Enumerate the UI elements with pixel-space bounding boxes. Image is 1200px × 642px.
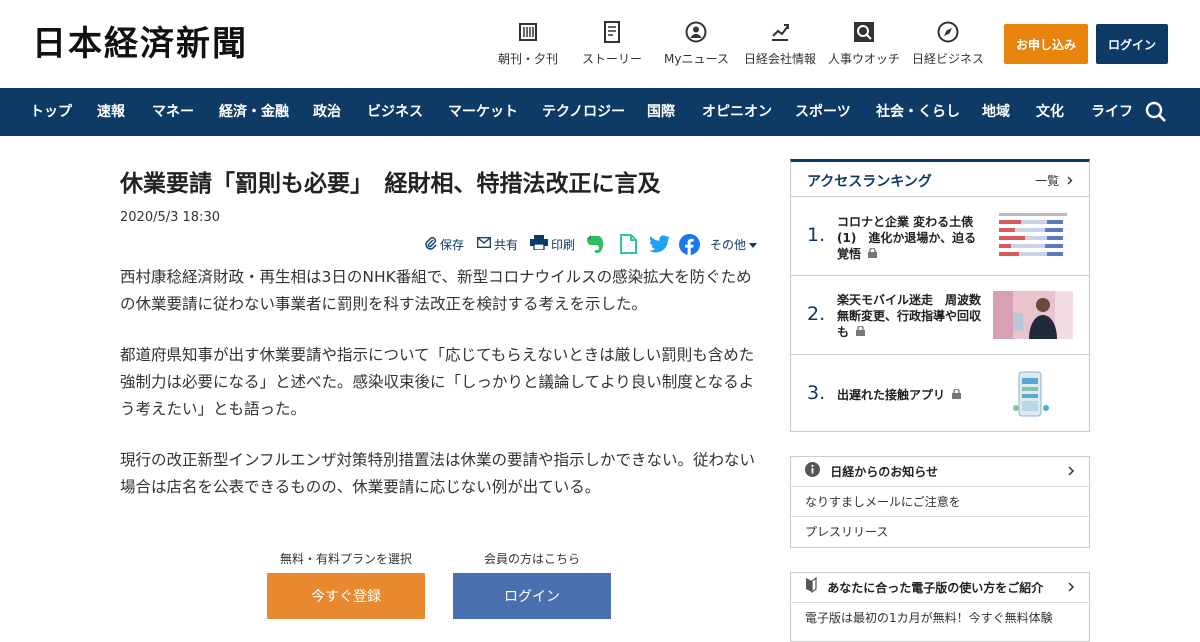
nav-item-society[interactable]: 社会・くらし: [876, 88, 960, 136]
header-login-button[interactable]: ログイン: [1096, 24, 1168, 64]
register-caption: 無料・有料プランを選択: [279, 552, 412, 566]
ranking-header: アクセスランキング 一覧: [791, 162, 1089, 197]
access-ranking: アクセスランキング 一覧 1. コロナと企業 変わる土俵(1) 進化か退場か、迫…: [790, 159, 1090, 432]
ranking-thumbnail-chart: [995, 210, 1071, 264]
search-person-icon: [852, 20, 876, 44]
evernote-icon[interactable]: [586, 232, 604, 256]
nav-item-money[interactable]: マネー: [152, 88, 194, 136]
ranking-item-3[interactable]: 3. 出遅れた接触アプリ: [791, 356, 1089, 434]
lock-icon: [868, 246, 878, 262]
ranking-headline: コロナと企業 変わる土俵(1) 進化か退場か、迫る覚悟: [837, 215, 977, 262]
nav-personnel-watch[interactable]: 人事ウオッチ: [828, 20, 900, 70]
nav-morning-evening[interactable]: 朝刊・夕刊: [498, 20, 558, 70]
twitter-icon[interactable]: [649, 232, 671, 256]
ranking-headline: 出遅れた接触アプリ: [837, 387, 987, 403]
printer-icon: [530, 235, 548, 253]
article-paragraph-2: 都道府県知事が出す休業要請や指示について「応じてもらえないときは厳しい罰則も含め…: [120, 346, 755, 418]
nav-item-breaking[interactable]: 速報: [97, 88, 125, 136]
chevron-right-icon: [1067, 174, 1073, 188]
nav-nikkei-business[interactable]: 日経ビジネス: [912, 20, 984, 70]
caret-down-icon: [749, 237, 758, 251]
nav-item-market[interactable]: マーケット: [448, 88, 518, 136]
mail-icon: [477, 237, 491, 251]
site-header: 日本経済新聞 朝刊・夕刊 ストーリー Myニュース 日経会社情報 人事ウオッチ: [0, 0, 1200, 88]
guide-header[interactable]: あなたに合った電子版の使い方をご紹介: [791, 573, 1089, 603]
article-paragraph-1: 西村康稔経済財政・再生相は3日のNHK番組で、新型コロナウイルスの感染拡大を防ぐ…: [120, 268, 752, 313]
digital-guide: あなたに合った電子版の使い方をご紹介 電子版は最初の1カ月が無料！今すぐ無料体験: [790, 572, 1090, 642]
main-navbar: トップ 速報 マネー 経済・金融 政治 ビジネス マーケット テクノロジー 国際…: [0, 88, 1200, 136]
lock-icon: [952, 387, 962, 403]
nav-item-culture[interactable]: 文化: [1036, 88, 1064, 136]
note-icon[interactable]: [619, 232, 637, 256]
nav-item-life[interactable]: ライフ: [1091, 88, 1133, 136]
nav-item-politics[interactable]: 政治: [313, 88, 341, 136]
article-paragraph-3: 現行の改正新型インフルエンザ対策特別措置法は休業の要請や指示しかできない。従わな…: [120, 451, 756, 496]
login-caption: 会員の方はこちら: [483, 552, 580, 566]
nav-my-news[interactable]: Myニュース: [664, 20, 729, 70]
guide-text[interactable]: 電子版は最初の1カ月が無料！今すぐ無料体験: [791, 603, 1089, 633]
chart-icon: [768, 20, 792, 44]
nav-story[interactable]: ストーリー: [582, 20, 642, 70]
notice-item[interactable]: なりすましメールにご注意を: [791, 487, 1089, 517]
notice-item[interactable]: プレスリリース: [791, 517, 1089, 547]
story-icon: [600, 20, 624, 44]
nav-item-sports[interactable]: スポーツ: [795, 88, 851, 136]
nav-item-international[interactable]: 国際: [647, 88, 675, 136]
ranking-number: 3.: [807, 382, 826, 404]
ranking-number: 1.: [807, 224, 826, 246]
nikkei-notices: 日経からのお知らせ なりすましメールにご注意を プレスリリース: [790, 456, 1090, 548]
nav-item-opinion[interactable]: オピニオン: [702, 88, 772, 136]
ranking-all-link[interactable]: 一覧: [1035, 172, 1073, 189]
ranking-number: 2.: [807, 303, 826, 325]
info-icon: [805, 458, 820, 488]
nav-item-top[interactable]: トップ: [30, 88, 72, 136]
chevron-right-icon: [1068, 457, 1075, 487]
article-title: 休業要請「罰則も必要」 経財相、特措法改正に言及: [120, 171, 661, 197]
article-date: 2020/5/3 18:30: [120, 210, 220, 225]
apply-button[interactable]: お申し込み: [1004, 24, 1088, 64]
ranking-title: アクセスランキング: [807, 174, 932, 190]
compass-icon: [936, 20, 960, 44]
ranking-item-1[interactable]: 1. コロナと企業 変わる土俵(1) 進化か退場か、迫る覚悟: [791, 198, 1089, 276]
article-toolbar: 保存 共有 印刷 その他: [420, 232, 760, 256]
nav-item-technology[interactable]: テクノロジー: [542, 88, 625, 136]
notices-header[interactable]: 日経からのお知らせ: [791, 457, 1089, 487]
clip-icon: [424, 236, 437, 253]
article-header: 休業要請「罰則も必要」 経財相、特措法改正に言及 2020/5/3 18:30: [120, 160, 760, 225]
ranking-headline: 楽天モバイル迷走 周波数無断変更、行政指導や回収も: [837, 293, 982, 340]
nav-item-business[interactable]: ビジネス: [367, 88, 423, 136]
user-icon: [684, 20, 708, 44]
register-button[interactable]: 今すぐ登録: [267, 573, 425, 619]
facebook-icon[interactable]: [679, 232, 700, 256]
search-icon[interactable]: [1144, 100, 1168, 124]
site-logo[interactable]: 日本経済新聞: [32, 24, 248, 64]
book-icon: [805, 574, 817, 604]
ranking-item-2[interactable]: 2. 楽天モバイル迷走 周波数無断変更、行政指導や回収も: [791, 277, 1089, 355]
nav-item-region[interactable]: 地域: [982, 88, 1010, 136]
nav-company-info[interactable]: 日経会社情報: [744, 20, 816, 70]
newspaper-icon: [516, 20, 540, 44]
article-login-button[interactable]: ログイン: [453, 573, 611, 619]
print-button[interactable]: 印刷: [530, 232, 575, 256]
ranking-thumbnail-photo: [993, 291, 1073, 339]
share-button[interactable]: 共有: [477, 232, 518, 256]
lock-icon: [856, 324, 866, 340]
save-button[interactable]: 保存: [424, 232, 464, 256]
nav-item-economy[interactable]: 経済・金融: [219, 88, 289, 136]
more-button[interactable]: その他: [710, 232, 758, 256]
chevron-right-icon: [1068, 573, 1075, 603]
ranking-thumbnail-app: [1013, 370, 1049, 420]
